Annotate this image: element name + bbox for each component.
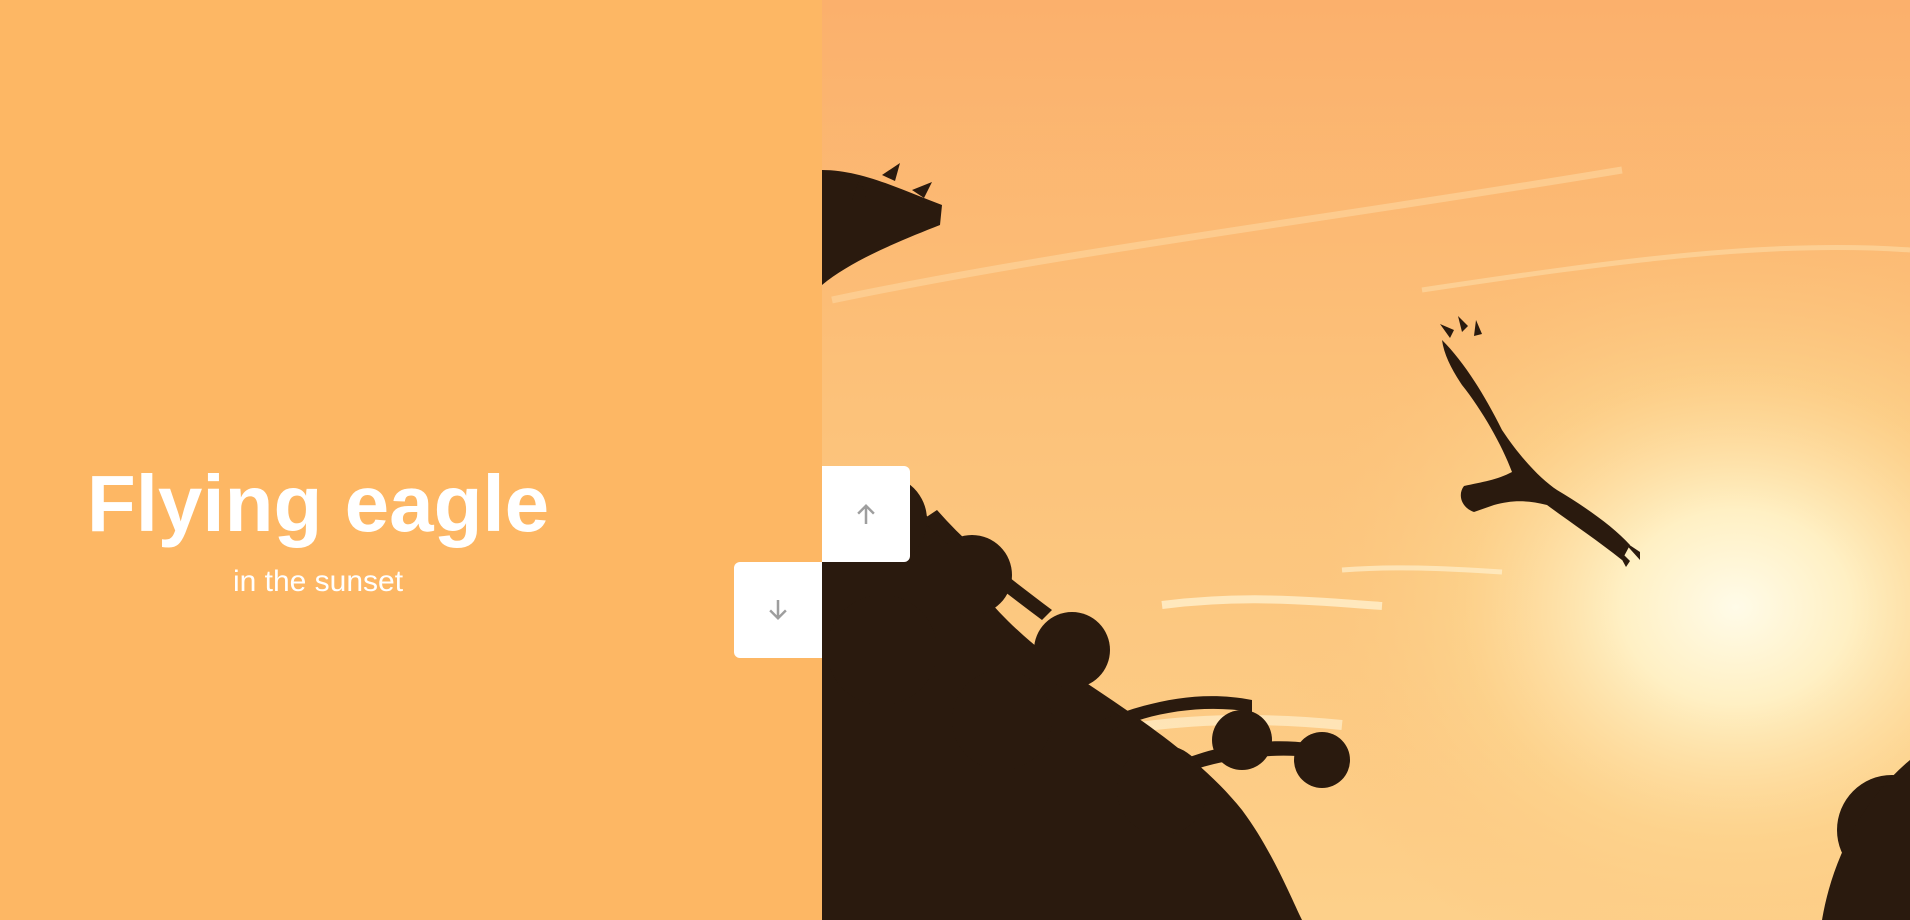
right-panel [822,0,1910,920]
slide-up-button[interactable] [822,466,910,562]
arrow-up-icon [857,504,875,524]
slide-caption: Flying eagle in the sunset [0,458,636,600]
vertical-slider: Flying eagle in the sunset [0,0,1910,920]
arrow-down-icon [769,600,787,620]
slide-subtitle: in the sunset [232,565,404,598]
left-panel: Flying eagle in the sunset [0,0,822,920]
slide-down-button[interactable] [734,562,822,658]
slide-title: Flying eagle [86,459,550,548]
eagle-sunset-photo [822,0,1910,920]
